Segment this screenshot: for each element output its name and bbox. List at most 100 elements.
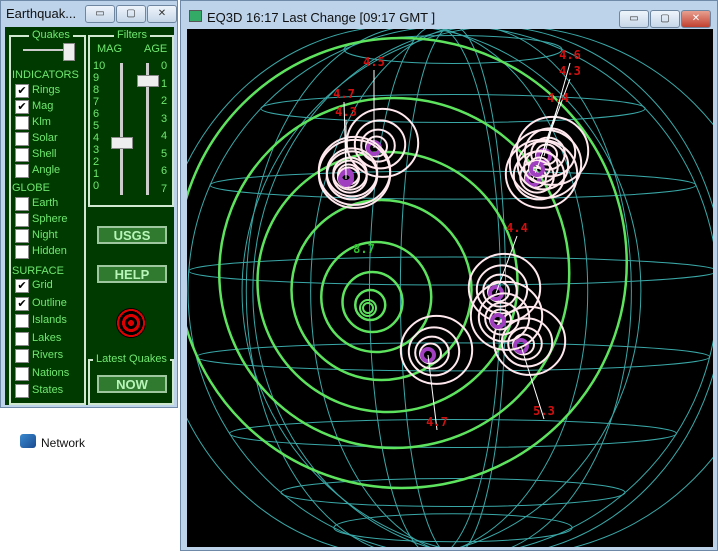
viewer-maximize-button[interactable]: ▢ (650, 10, 680, 28)
globe-view[interactable]: 4.5 4.7 4.3 4.6 4.3 4.4 8.7 4.4 4.7 5.3 (156, 25, 718, 552)
quake-magnitude-label: 4.7 (333, 87, 355, 101)
age-label: AGE (144, 43, 168, 55)
window-title: Earthquak... (6, 6, 77, 21)
network-icon[interactable] (20, 434, 36, 448)
age-tick: 7 (161, 182, 168, 195)
longitude-line (368, 25, 502, 552)
quake-magnitude-label: 4.7 (426, 415, 448, 429)
mag-tick: 4 (93, 132, 100, 144)
help-button[interactable]: HELP (97, 265, 167, 283)
viewer-close-button[interactable]: ✕ (681, 10, 711, 28)
checkbox-label: Rivers (32, 349, 64, 361)
mag-tick: 9 (93, 72, 100, 84)
minimize-button[interactable]: ▭ (85, 5, 115, 23)
filters-group-title: Filters (114, 29, 150, 41)
checkbox-label: Nations (32, 366, 70, 379)
major-quake-ring (362, 302, 374, 314)
checkbox-label: Sphere (32, 213, 68, 225)
checkbox-rivers[interactable] (15, 349, 29, 363)
checkbox-label: Solar (32, 132, 58, 144)
mag-tick: 2 (93, 156, 100, 168)
globe-heading: GLOBE (12, 182, 50, 194)
target-icon[interactable] (116, 308, 146, 338)
age-tick: 4 (161, 130, 168, 142)
control-panel: Quakes Filters Latest Quakes INDICATORS ✔… (5, 27, 174, 405)
now-button[interactable]: NOW (97, 375, 167, 393)
checkbox-mag[interactable]: ✔ (15, 100, 29, 114)
mag-tick: 6 (93, 108, 100, 120)
viewer-window: EQ3D 16:17 Last Change [09:17 GMT ] ▭ ▢ … (156, 0, 718, 552)
close-button[interactable]: ✕ (147, 5, 177, 23)
network-label[interactable]: Network (41, 436, 85, 450)
quakes-group-title: Quakes (29, 29, 73, 41)
age-tick: 2 (161, 95, 168, 107)
mag-tick: 10 (93, 60, 106, 72)
app-icon (189, 10, 202, 22)
checkbox-outline[interactable]: ✔ (15, 296, 29, 311)
mag-tick: 5 (93, 120, 100, 132)
age-tick: 6 (161, 165, 168, 177)
checkbox-shell[interactable] (15, 148, 29, 162)
checkbox-label: Night (32, 229, 58, 241)
latitude-line (209, 170, 697, 200)
quake-magnitude-label: 4.3 (559, 64, 581, 78)
checkbox-label: Hidden (32, 245, 67, 257)
mag-slider[interactable] (120, 63, 123, 195)
indicators-heading: INDICATORS (12, 69, 79, 81)
checkbox-sphere[interactable] (15, 213, 29, 227)
age-tick: 0 (161, 60, 168, 72)
checkbox-label: Outline (32, 296, 67, 309)
longitude-line (245, 25, 589, 552)
mag-tick: 3 (93, 144, 100, 156)
checkbox-label: States (32, 384, 64, 396)
globe-canvas[interactable]: 4.5 4.7 4.3 4.6 4.3 4.4 8.7 4.4 4.7 5.3 (156, 25, 718, 552)
quake-magnitude-label: 4.4 (547, 91, 569, 105)
checkbox-islands[interactable] (15, 314, 29, 328)
checkbox-label: Lakes (32, 331, 62, 344)
mag-tick: 1 (93, 168, 100, 180)
quake-ring (345, 107, 420, 178)
checkbox-label: Earth (32, 197, 59, 209)
checkbox-grid[interactable]: ✔ (15, 279, 29, 293)
title-bar: Earthquak... ▭ ▢ ✕ (1, 1, 177, 27)
latitude-line (188, 256, 718, 286)
checkbox-label: Klm (32, 116, 51, 128)
quake-magnitude-label: 8.7 (353, 242, 375, 256)
checkbox-night[interactable] (15, 229, 29, 243)
mag-label: MAG (97, 43, 123, 55)
viewer-title-bar: EQ3D 16:17 Last Change [09:17 GMT ] ▭ ▢ … (181, 1, 717, 28)
checkbox-earth[interactable] (15, 197, 29, 211)
quake-magnitude-label: 4.5 (363, 55, 385, 69)
quake-ring (399, 314, 474, 385)
mag-tick: 0 (93, 180, 100, 192)
checkbox-label: Grid (32, 279, 53, 291)
mag-slider-thumb[interactable] (111, 137, 133, 150)
checkbox-label: Mag (32, 100, 54, 112)
quakes-slider-thumb[interactable] (63, 43, 75, 61)
latest-quakes-title: Latest Quakes (93, 353, 170, 365)
age-tick: 3 (161, 112, 168, 125)
quake-magnitude-label: 4.6 (559, 48, 581, 62)
checkbox-nations[interactable] (15, 366, 29, 381)
checkbox-label: Rings (32, 84, 61, 96)
age-slider-thumb[interactable] (137, 75, 159, 88)
control-window: Earthquak... ▭ ▢ ✕ Quakes Filters Latest… (0, 0, 178, 408)
checkbox-solar[interactable] (15, 132, 29, 146)
usgs-button[interactable]: USGS (97, 226, 167, 244)
checkbox-rings[interactable]: ✔ (15, 84, 29, 98)
mag-tick: 8 (93, 84, 100, 96)
checkbox-label: Islands (32, 314, 67, 326)
maximize-button[interactable]: ▢ (116, 5, 146, 23)
checkbox-klm[interactable] (15, 116, 29, 130)
checkbox-states[interactable] (15, 384, 29, 398)
quake-magnitude-label: 4.4 (506, 221, 528, 235)
viewer-minimize-button[interactable]: ▭ (619, 10, 649, 28)
surface-heading: SURFACE (12, 265, 64, 277)
viewer-title: EQ3D 16:17 Last Change [09:17 GMT ] (207, 10, 436, 25)
checkbox-lakes[interactable] (15, 331, 29, 346)
age-tick: 5 (161, 147, 168, 160)
quake-magnitude-label: 5.3 (533, 404, 555, 418)
checkbox-hidden[interactable] (15, 245, 29, 259)
checkbox-angle[interactable] (15, 164, 29, 178)
quake-magnitude-label: 4.3 (335, 105, 357, 119)
